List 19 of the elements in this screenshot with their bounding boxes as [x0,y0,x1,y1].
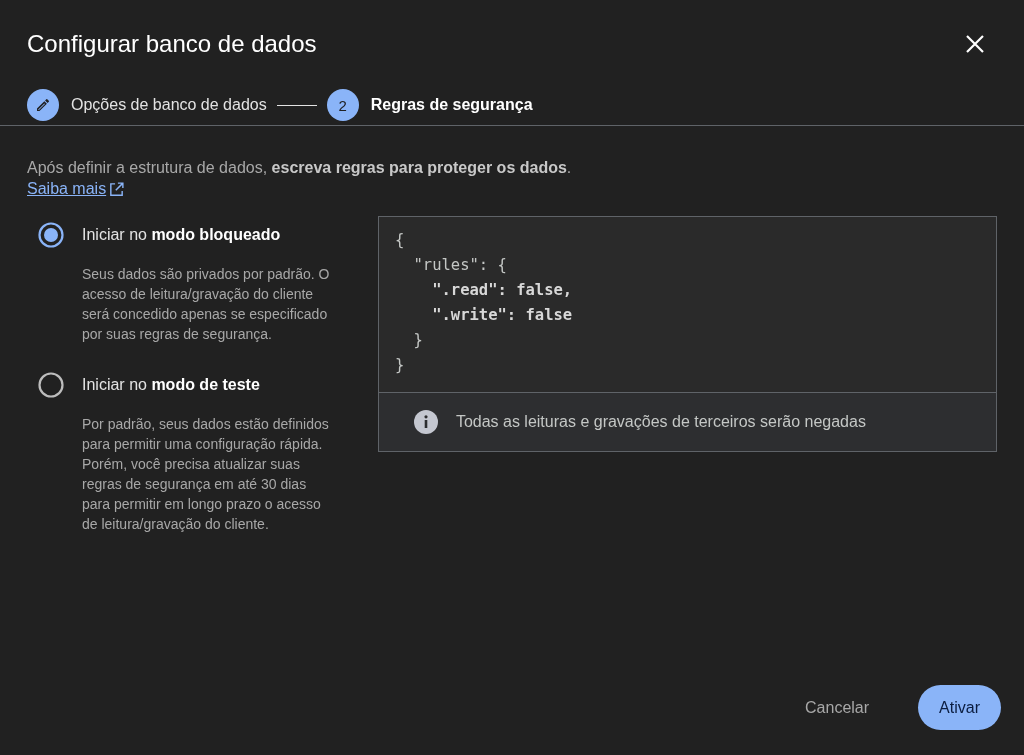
mode-label: Iniciar no modo de teste [82,375,261,395]
code-line: ".read": false, [431,280,573,301]
step-number: 2 [326,89,359,121]
cancel-button[interactable]: Cancelar [784,685,891,730]
mode-description: Seus dados são privados por padrão. O acesso de leitura/gravação do cliente será concedido apenas se especificado por suas regras de segurança. [82,265,331,344]
mode-description: Por padrão, seus dados estão definidos para permitir uma configuração rápida. Porém, você precisa atualizar suas regras de segurança em até 30 dias para permitir em longo prazo o acesso de leitura/gravação do cliente. [82,415,330,534]
intro-text: Após definir a estrutura de dados, escreva regras para proteger os dados. [27,159,573,177]
notice-text: Todas as leituras e gravações de terceiros serão negadas [455,413,866,431]
mode-label: Iniciar no modo bloqueado [82,225,282,245]
learn-more-link[interactable]: Saiba mais [27,180,126,198]
step-label: Regras de segurança [370,96,533,114]
code-line: ".write": false [431,305,573,326]
activate-button[interactable]: Ativar [918,685,1001,730]
step-label: Opções de banco de dados [71,96,267,114]
dialog-title: Configurar banco de dados [27,30,317,58]
code-line: } [412,330,423,351]
code-line: { [394,230,405,251]
code-line: "rules": { [412,255,507,276]
code-line: } [394,355,405,376]
